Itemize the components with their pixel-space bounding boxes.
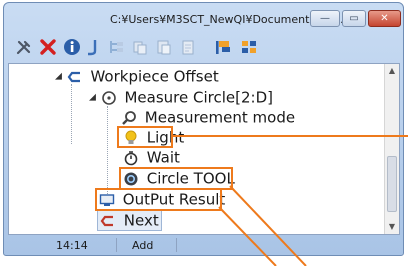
tree-item-measurement-mode[interactable]: Measurement mode — [121, 108, 295, 127]
minimize-icon: — — [320, 13, 330, 24]
close-button[interactable]: ✕ — [368, 10, 401, 27]
copy-icon[interactable] — [130, 38, 150, 58]
jump-icon — [67, 71, 80, 82]
status-mode: Add — [132, 239, 154, 252]
tree-item-wait[interactable]: Wait — [123, 148, 180, 167]
minimize-button[interactable]: — — [310, 10, 340, 27]
scroll-down-icon[interactable]: ▼ — [385, 220, 399, 234]
circle-target-icon — [101, 90, 116, 105]
delete-icon[interactable] — [38, 38, 58, 58]
scroll-up-icon[interactable]: ▲ — [385, 64, 399, 78]
tools-icon[interactable] — [14, 38, 34, 58]
scroll-thumb[interactable] — [387, 156, 397, 212]
flag-icon[interactable] — [212, 38, 234, 58]
paste-icon[interactable] — [154, 38, 174, 58]
page-icon[interactable] — [178, 38, 198, 58]
main-window: C:¥Users¥M3SCT_NewQI¥Documents¥ワ... — ▭ … — [3, 2, 404, 256]
highlight-light — [117, 126, 173, 148]
stopwatch-icon — [124, 150, 138, 165]
program-tree: ◢ Workpiece Offset ◢ Measure Circle[2:D]… — [8, 63, 400, 235]
collapse-arrow-icon[interactable]: ◢ — [55, 72, 62, 82]
insert-icon[interactable] — [84, 38, 102, 58]
status-time: 14:14 — [56, 239, 88, 252]
highlight-output-result — [95, 188, 222, 211]
maximize-button[interactable]: ▭ — [342, 10, 366, 27]
close-icon: ✕ — [380, 13, 389, 24]
collapse-arrow-icon[interactable]: ◢ — [89, 93, 96, 103]
window-title: C:¥Users¥M3SCT_NewQI¥Documents¥ワ... — [110, 13, 344, 26]
jump-icon — [100, 215, 113, 226]
toolbar — [8, 35, 399, 61]
tree-icon[interactable] — [106, 38, 126, 58]
tree-item-next[interactable]: Next — [97, 210, 162, 231]
tree-item-workpiece-offset[interactable]: ◢ Workpiece Offset — [55, 67, 219, 86]
status-divider — [116, 238, 117, 252]
title-bar[interactable]: C:¥Users¥M3SCT_NewQI¥Documents¥ワ... — ▭ … — [4, 3, 403, 33]
magnifier-icon — [122, 110, 136, 125]
info-icon[interactable] — [62, 38, 82, 58]
tree-item-measure-circle[interactable]: ◢ Measure Circle[2:D] — [89, 88, 273, 107]
tree-guide-line — [71, 84, 72, 144]
grid-icon[interactable] — [238, 38, 260, 58]
vertical-scrollbar[interactable]: ▲ ▼ — [384, 64, 399, 234]
highlight-circle-tool — [119, 167, 233, 190]
maximize-icon: ▭ — [349, 13, 359, 24]
status-divider — [176, 238, 177, 252]
status-bar: 14:14 Add — [8, 236, 399, 254]
